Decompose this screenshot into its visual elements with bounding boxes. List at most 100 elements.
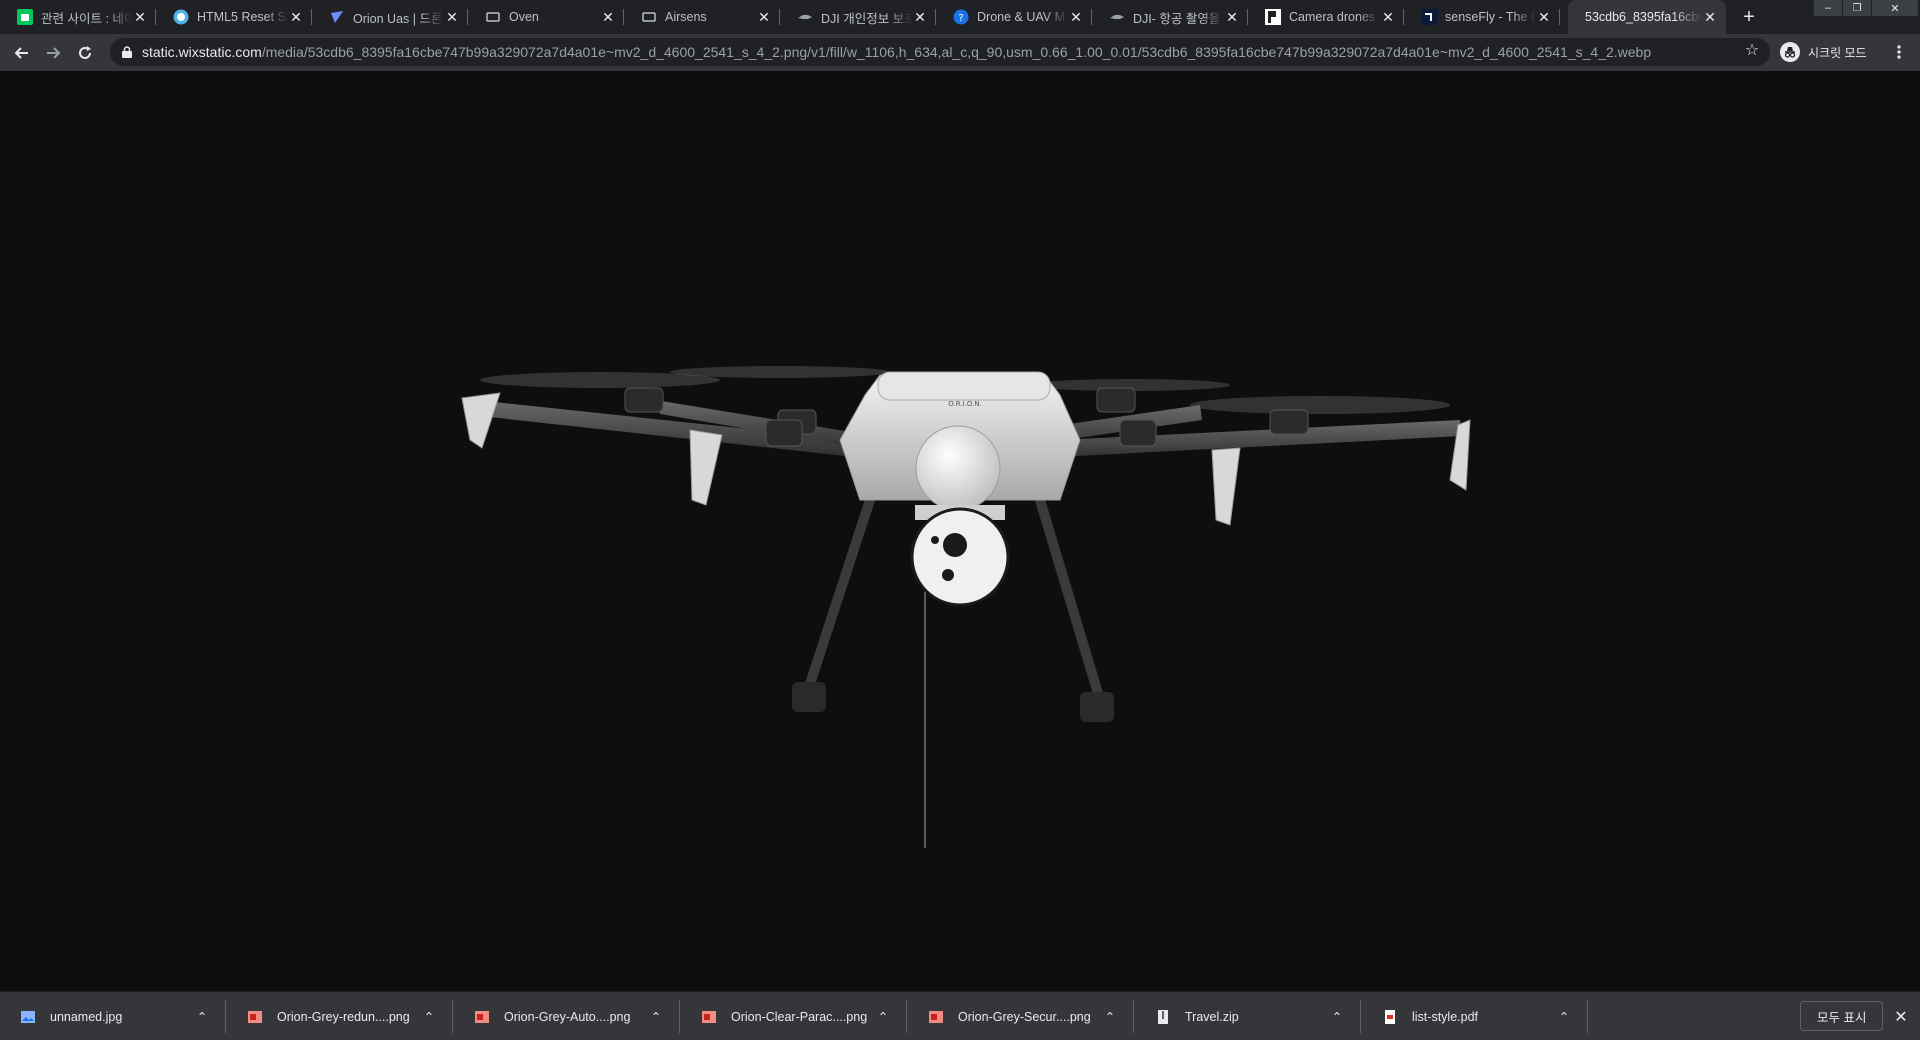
arrow-right-icon	[47, 47, 61, 59]
tab-html5-reset[interactable]: HTML5 Reset Stylesheet ✕	[156, 0, 312, 34]
bookmark-star-icon[interactable]: ☆	[1741, 39, 1763, 61]
download-item[interactable]: Orion-Clear-Parac....png ⌃	[681, 992, 907, 1040]
close-tab-icon[interactable]: ✕	[132, 9, 148, 25]
incognito-label: 시크릿 모드	[1808, 45, 1867, 60]
url-path: /media/53cdb6_8395fa16cbe747b99a329072a7…	[261, 44, 1652, 60]
forward-button[interactable]	[39, 39, 67, 67]
png-file-icon	[474, 1009, 490, 1025]
minimize-icon: –	[1824, 2, 1832, 14]
svg-text:?: ?	[958, 13, 963, 24]
close-tab-icon[interactable]: ✕	[1536, 9, 1552, 25]
download-divider	[679, 1000, 680, 1033]
download-filename: Orion-Grey-Auto....png	[504, 1009, 631, 1024]
zip-file-icon	[1155, 1009, 1171, 1025]
download-item[interactable]: Travel.zip ⌃	[1135, 992, 1361, 1040]
reload-icon	[79, 46, 91, 59]
dji-icon	[1109, 9, 1125, 25]
close-tab-icon[interactable]: ✕	[1380, 9, 1396, 25]
address-bar[interactable]: static.wixstatic.com/media/53cdb6_8395fa…	[110, 38, 1770, 66]
tab-title: 관련 사이트 : 네이버	[41, 11, 132, 26]
new-tab-button[interactable]: +	[1737, 5, 1761, 29]
tab-naver[interactable]: 관련 사이트 : 네이버 ✕	[0, 0, 156, 34]
download-filename: Travel.zip	[1185, 1009, 1239, 1024]
tab-title: Airsens	[665, 10, 707, 24]
browser-toolbar: static.wixstatic.com/media/53cdb6_8395fa…	[0, 34, 1920, 71]
dji-icon	[797, 9, 813, 25]
tab-dji-aerial[interactable]: DJI- 항공 촬영을 ✕	[1092, 0, 1248, 34]
tab-drone-uav[interactable]: ? Drone & UAV Mapping ✕	[936, 0, 1092, 34]
download-item[interactable]: Orion-Grey-Secur....png ⌃	[908, 992, 1134, 1040]
incognito-icon	[1780, 42, 1800, 62]
download-divider	[1360, 1000, 1361, 1033]
naver-icon	[17, 9, 33, 25]
tab-title: Camera drones	[1289, 10, 1376, 24]
reload-button[interactable]	[71, 39, 99, 67]
landing-feet	[792, 682, 1114, 722]
chevron-up-icon[interactable]: ⌃	[419, 1007, 439, 1027]
download-divider	[906, 1000, 907, 1033]
tab-orion-uas[interactable]: Orion Uas | 드론 ✕	[312, 0, 468, 34]
maximize-button[interactable]: ❐	[1843, 0, 1871, 16]
download-filename: list-style.pdf	[1412, 1009, 1478, 1024]
download-filename: Orion-Clear-Parac....png	[731, 1009, 868, 1024]
drone-image: O.R.I.O.N.	[461, 366, 1471, 848]
close-tab-icon[interactable]: ✕	[1224, 9, 1240, 25]
tab-camera-drones[interactable]: Camera drones ✕	[1248, 0, 1404, 34]
chevron-up-icon[interactable]: ⌃	[1554, 1007, 1574, 1027]
tab-airsens[interactable]: Airsens ✕	[624, 0, 780, 34]
minimize-button[interactable]: –	[1814, 0, 1842, 16]
pdf-file-icon	[1382, 1009, 1398, 1025]
download-item[interactable]: Orion-Grey-redun....png ⌃	[227, 992, 453, 1040]
sensefly-icon	[1421, 9, 1437, 25]
tab-oven[interactable]: Oven ✕	[468, 0, 624, 34]
tab-title: 53cdb6_8395fa16cbe747b99a329072a7d4a01e	[1585, 10, 1702, 24]
close-download-shelf-icon[interactable]: ✕	[1890, 1006, 1912, 1028]
more-vert-icon	[1897, 45, 1901, 59]
chevron-up-icon[interactable]: ⌃	[192, 1007, 212, 1027]
chevron-up-icon[interactable]: ⌃	[873, 1007, 893, 1027]
download-item[interactable]: Orion-Grey-Auto....png ⌃	[454, 992, 680, 1040]
chevron-up-icon[interactable]: ⌃	[646, 1007, 666, 1027]
drone-brand-label: O.R.I.O.N.	[948, 400, 982, 408]
back-button[interactable]	[8, 39, 36, 67]
orion-icon	[329, 9, 345, 25]
close-tab-icon[interactable]: ✕	[912, 9, 928, 25]
close-tab-icon[interactable]: ✕	[1702, 9, 1718, 25]
url-host: static.wixstatic.com	[142, 44, 262, 60]
chevron-up-icon[interactable]: ⌃	[1100, 1007, 1120, 1027]
close-tab-icon[interactable]: ✕	[1068, 9, 1084, 25]
close-tab-icon[interactable]: ✕	[288, 9, 304, 25]
page-icon	[485, 9, 501, 25]
arrow-left-icon	[14, 47, 28, 59]
incognito-indicator[interactable]: 시크릿 모드	[1776, 39, 1879, 65]
page-icon	[641, 9, 657, 25]
tab-dji-privacy[interactable]: DJI 개인정보 보호 ✕	[780, 0, 936, 34]
drone-icon: ?	[953, 9, 969, 25]
gimbal-camera	[910, 505, 1010, 607]
drone-body: O.R.I.O.N.	[839, 371, 1081, 511]
show-all-downloads-button[interactable]: 모두 표시	[1800, 1001, 1884, 1031]
tab-active-image[interactable]: 53cdb6_8395fa16cbe747b99a329072a7d4a01e …	[1568, 0, 1726, 34]
png-file-icon	[701, 1009, 717, 1025]
download-filename: unnamed.jpg	[50, 1009, 123, 1024]
download-item[interactable]: list-style.pdf ⌃	[1362, 992, 1588, 1040]
chevron-up-icon[interactable]: ⌃	[1327, 1007, 1347, 1027]
tab-title: DJI- 항공 촬영을	[1133, 11, 1221, 26]
download-divider	[1587, 1000, 1588, 1033]
close-tab-icon[interactable]: ✕	[444, 9, 460, 25]
browser-menu-button[interactable]	[1887, 40, 1911, 64]
tab-title: DJI 개인정보 보호	[821, 11, 912, 26]
download-filename: Orion-Grey-redun....png	[277, 1009, 410, 1024]
tab-title: senseFly - The Professional	[1445, 10, 1536, 24]
lock-icon	[122, 46, 132, 58]
tab-strip: 관련 사이트 : 네이버 ✕ HTML5 Reset Stylesheet ✕ …	[0, 0, 1920, 34]
close-tab-icon[interactable]: ✕	[600, 9, 616, 25]
image-file-icon	[20, 1009, 36, 1025]
close-window-button[interactable]: ✕	[1872, 0, 1918, 16]
close-tab-icon[interactable]: ✕	[756, 9, 772, 25]
tab-sensefly[interactable]: senseFly - The Professional ✕	[1404, 0, 1560, 34]
download-shelf: unnamed.jpg ⌃ Orion-Grey-redun....png ⌃ …	[0, 991, 1920, 1040]
download-item[interactable]: unnamed.jpg ⌃	[0, 992, 226, 1040]
download-filename: Orion-Grey-Secur....png	[958, 1009, 1091, 1024]
png-file-icon	[928, 1009, 944, 1025]
